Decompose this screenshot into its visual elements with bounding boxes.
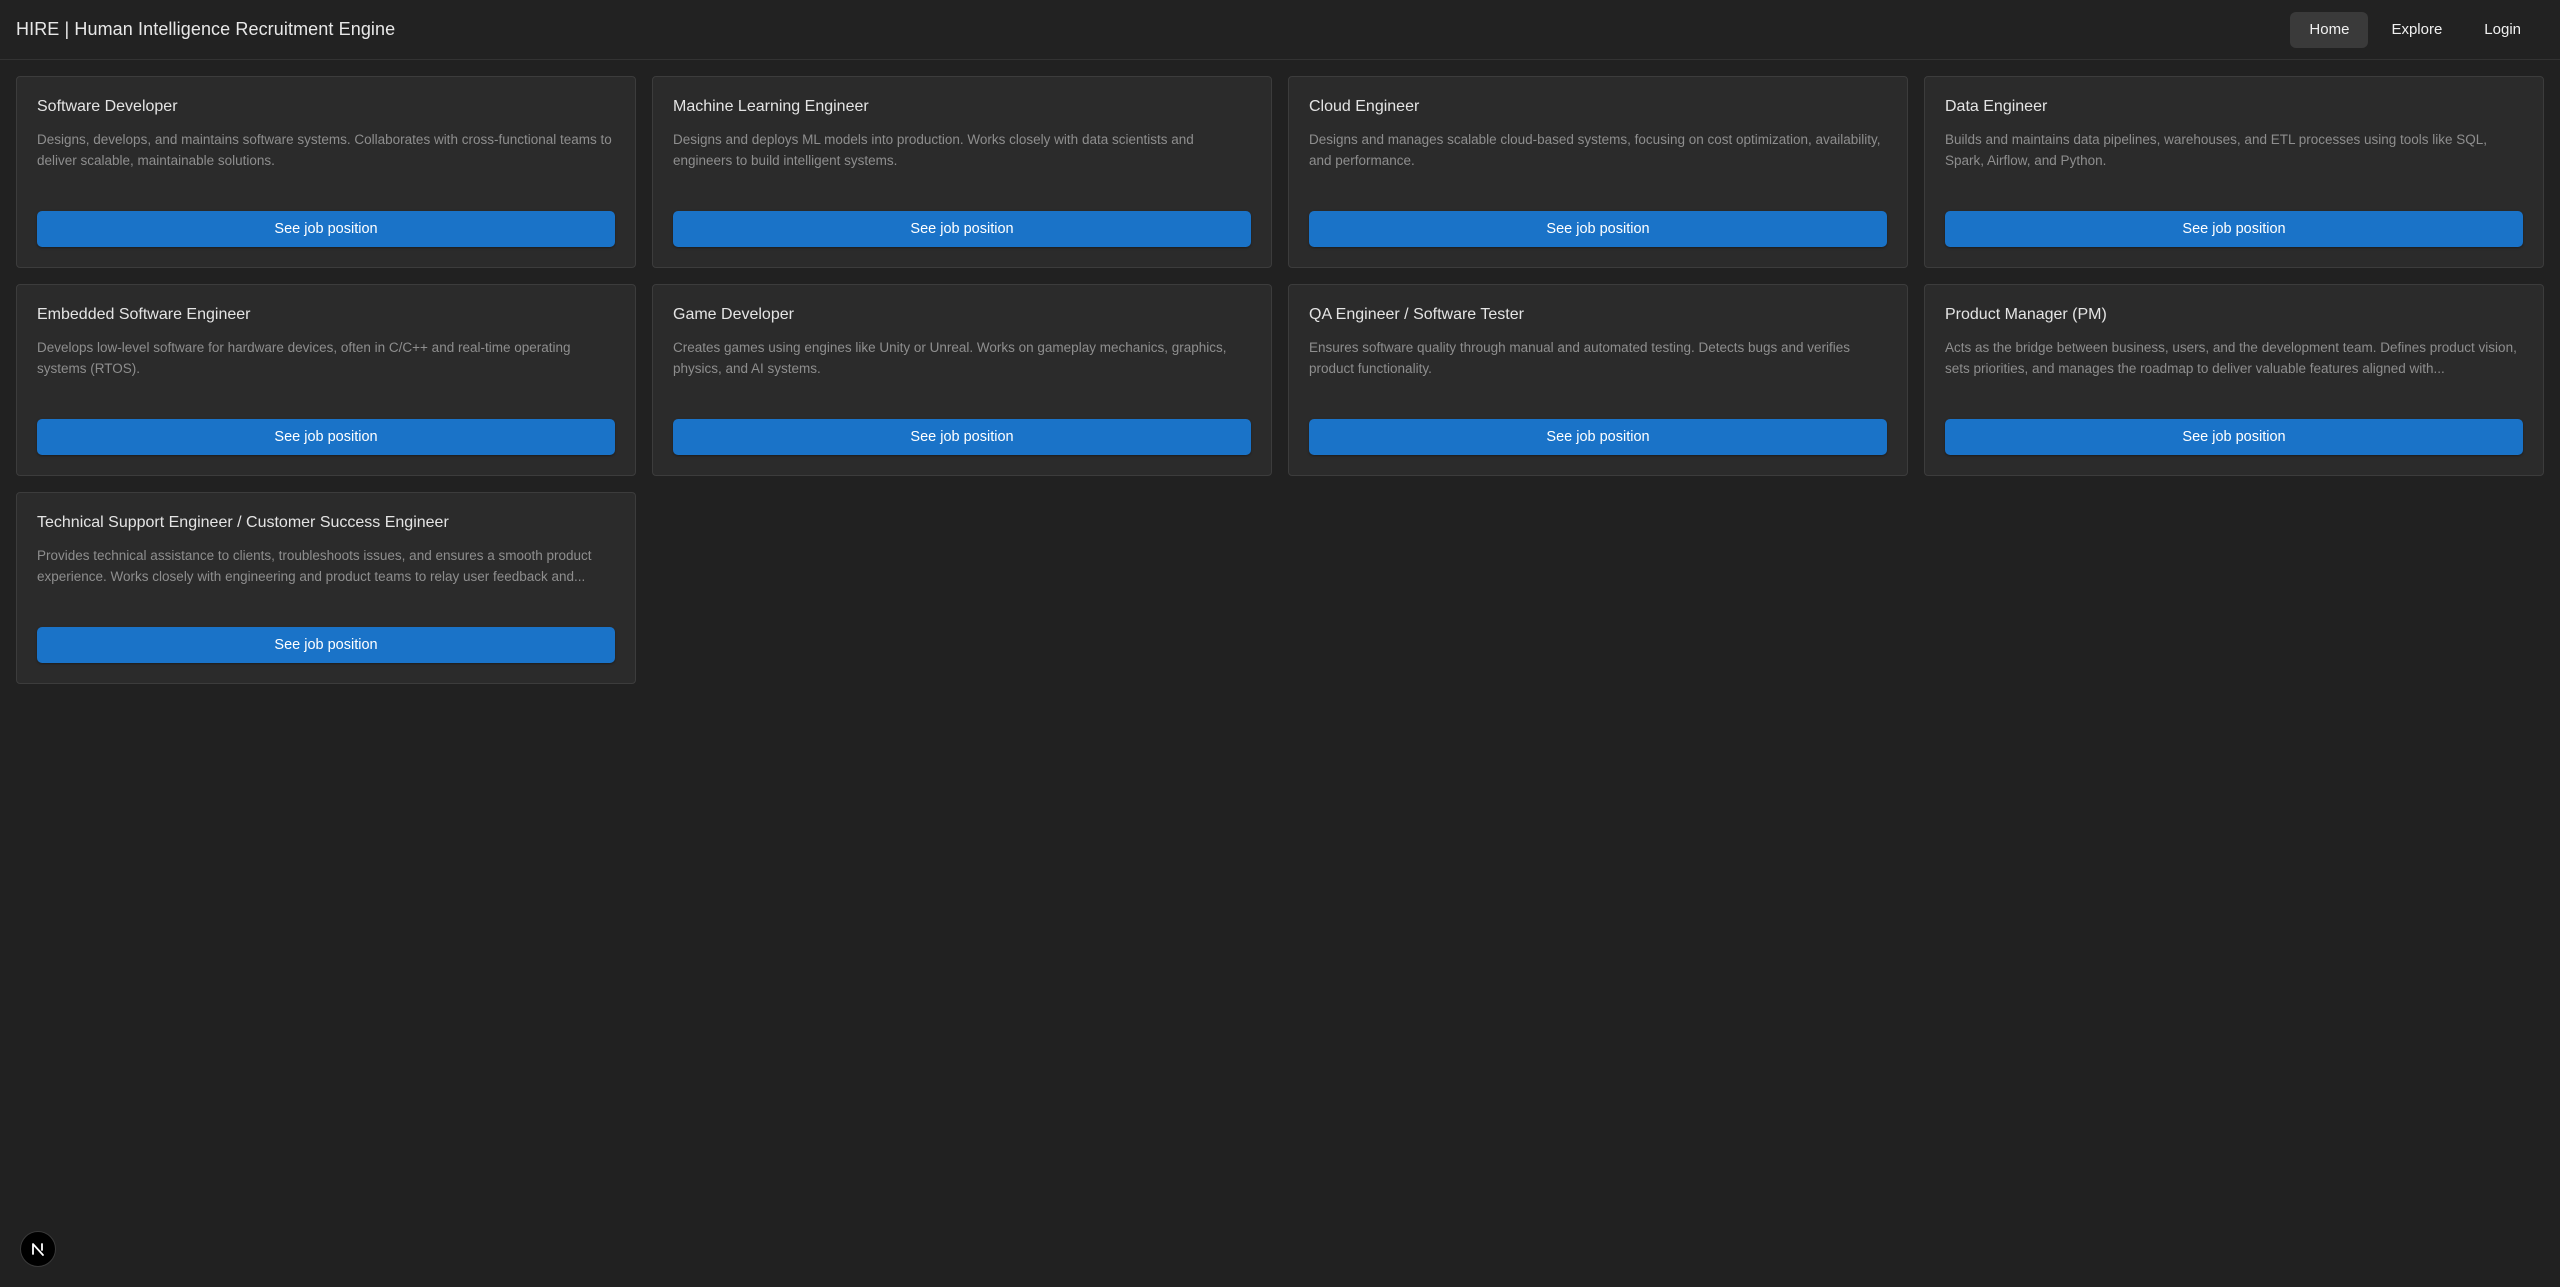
see-job-position-button[interactable]: See job position <box>673 211 1251 247</box>
see-job-position-button[interactable]: See job position <box>673 419 1251 455</box>
job-card-grid: Software Developer Designs, develops, an… <box>16 76 2544 684</box>
app-title: HIRE | Human Intelligence Recruitment En… <box>16 19 396 39</box>
job-card: Technical Support Engineer / Customer Su… <box>16 492 636 684</box>
nav-explore-button[interactable]: Explore <box>2372 12 2461 48</box>
job-description: Designs and deploys ML models into produ… <box>673 132 1194 168</box>
job-title: Machine Learning Engineer <box>673 98 869 115</box>
job-title: Embedded Software Engineer <box>37 306 251 323</box>
job-card: QA Engineer / Software Tester Ensures so… <box>1288 284 1908 476</box>
job-card: Game Developer Creates games using engin… <box>652 284 1272 476</box>
job-description: Designs, develops, and maintains softwar… <box>37 132 612 168</box>
see-job-position-button[interactable]: See job position <box>37 419 615 455</box>
see-job-position-button[interactable]: See job position <box>37 627 615 663</box>
job-card: Machine Learning Engineer Designs and de… <box>652 76 1272 268</box>
job-description: Creates games using engines like Unity o… <box>673 340 1227 376</box>
job-description: Acts as the bridge between business, use… <box>1945 340 2517 376</box>
job-title: Data Engineer <box>1945 98 2048 115</box>
nextjs-dev-indicator-button[interactable] <box>20 1231 56 1267</box>
job-description: Ensures software quality through manual … <box>1309 340 1851 376</box>
job-card: Embedded Software Engineer Develops low-… <box>16 284 636 476</box>
see-job-position-button[interactable]: See job position <box>1945 419 2523 455</box>
job-title: Cloud Engineer <box>1309 98 1420 115</box>
nav-home-button[interactable]: Home <box>2290 12 2369 48</box>
job-title: Technical Support Engineer / Customer Su… <box>37 514 449 531</box>
top-app-bar: HIRE | Human Intelligence Recruitment En… <box>0 0 2560 60</box>
job-description: Develops low-level software for hardware… <box>37 340 571 376</box>
job-card: Cloud Engineer Designs and manages scala… <box>1288 76 1908 268</box>
job-card: Product Manager (PM) Acts as the bridge … <box>1924 284 2544 476</box>
job-title: Product Manager (PM) <box>1945 306 2107 323</box>
job-description: Designs and manages scalable cloud-based… <box>1309 132 1881 168</box>
job-description: Builds and maintains data pipelines, war… <box>1945 132 2488 168</box>
nav-login-button[interactable]: Login <box>2465 12 2540 48</box>
see-job-position-button[interactable]: See job position <box>1309 419 1887 455</box>
see-job-position-button[interactable]: See job position <box>37 211 615 247</box>
job-title: Game Developer <box>673 306 794 323</box>
job-title: Software Developer <box>37 98 178 115</box>
main-nav: Home Explore Login <box>2290 12 2540 48</box>
see-job-position-button[interactable]: See job position <box>1309 211 1887 247</box>
job-description: Provides technical assistance to clients… <box>37 548 592 584</box>
job-card: Data Engineer Builds and maintains data … <box>1924 76 2544 268</box>
job-card: Software Developer Designs, develops, an… <box>16 76 636 268</box>
nextjs-n-icon <box>32 1243 44 1256</box>
see-job-position-button[interactable]: See job position <box>1945 211 2523 247</box>
job-title: QA Engineer / Software Tester <box>1309 306 1524 323</box>
